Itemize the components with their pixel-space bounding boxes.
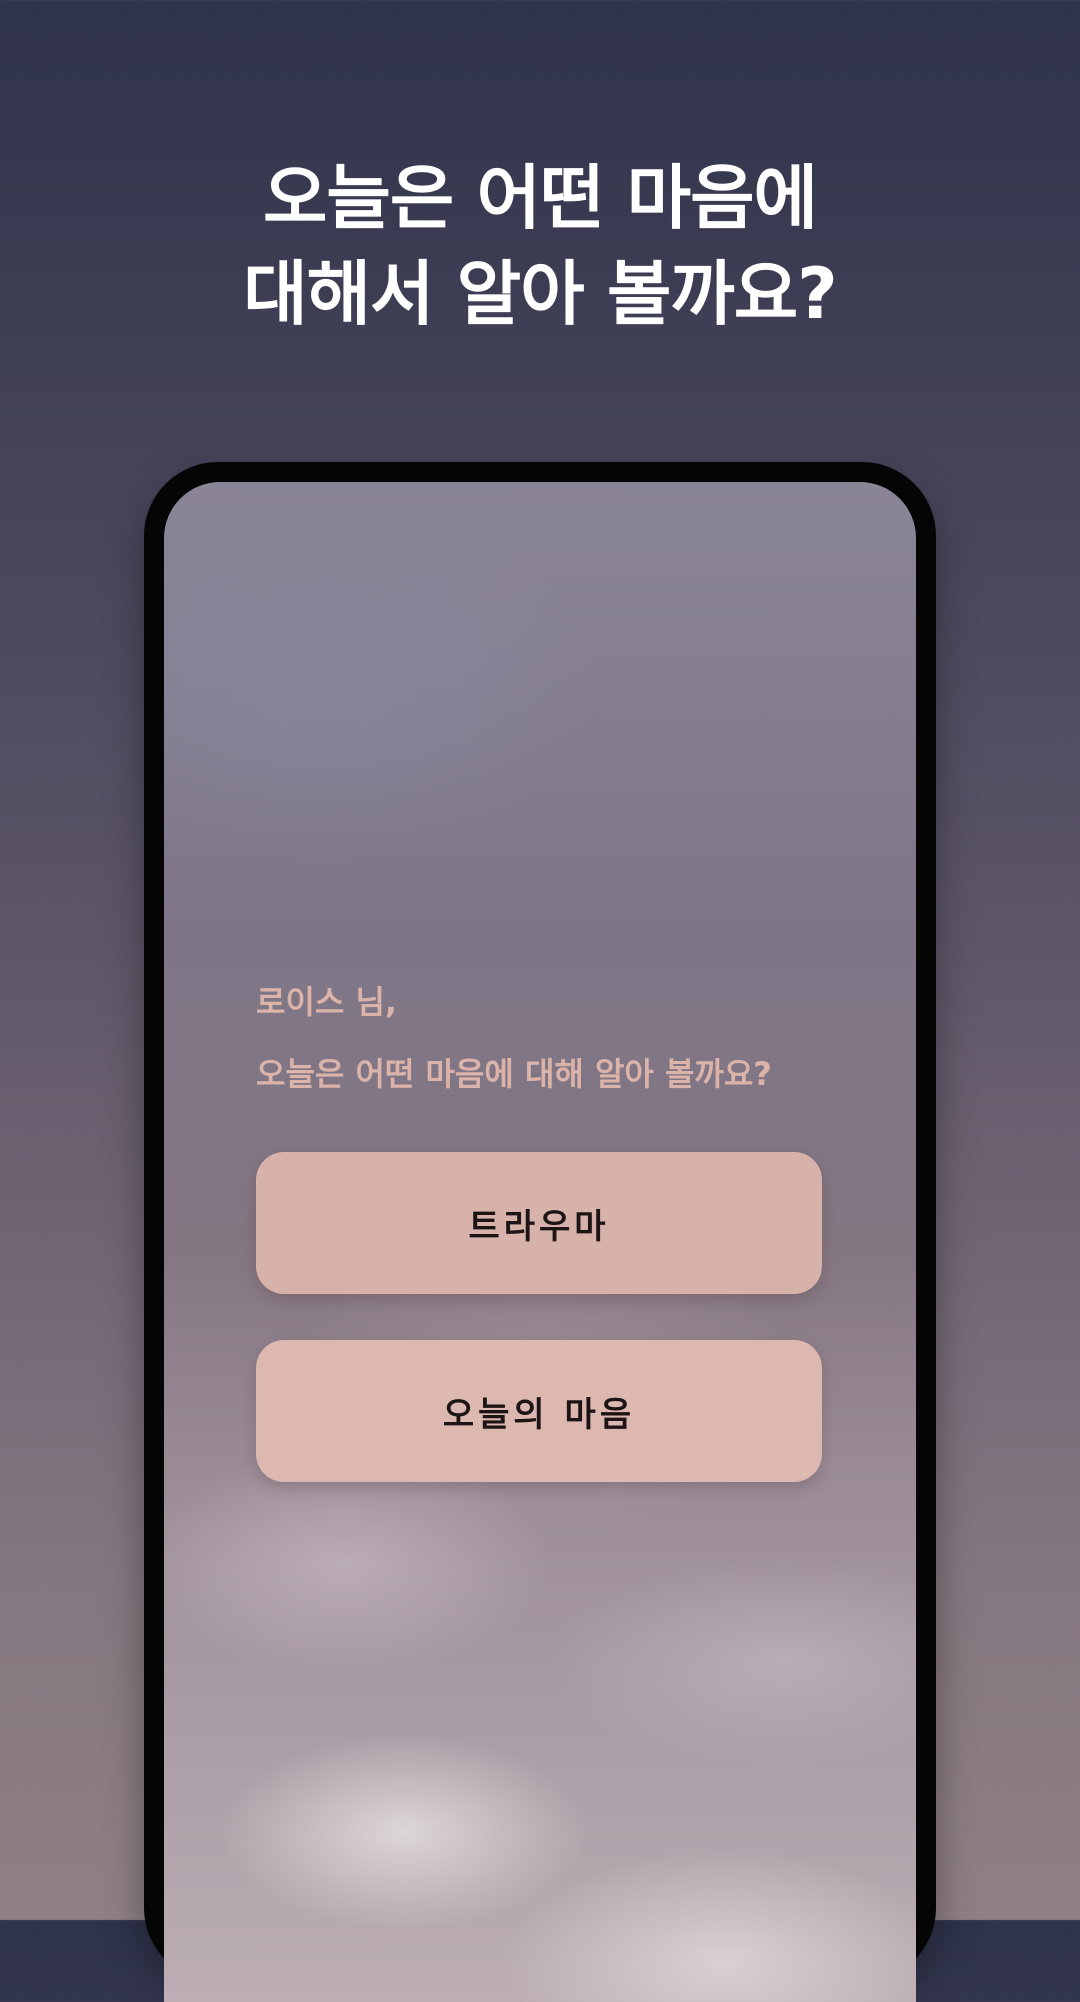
promo-headline: 오늘은 어떤 마음에 대해서 알아 볼까요? <box>0 150 1080 342</box>
greeting-user-name: 로이스 님, <box>256 983 398 1021</box>
trauma-button[interactable]: 트라우마 <box>256 1152 822 1294</box>
greeting-question: 오늘은 어떤 마음에 대해 알아 볼까요? <box>256 1055 772 1093</box>
promo-headline-line-1: 오늘은 어떤 마음에 <box>263 157 818 239</box>
promo-headline-line-2: 대해서 알아 볼까요? <box>243 253 838 335</box>
greeting-text: 로이스 님, 오늘은 어떤 마음에 대해 알아 볼까요? <box>256 982 772 1094</box>
app-screen: 로이스 님, 오늘은 어떤 마음에 대해 알아 볼까요? 트라우마 오늘의 마음 <box>164 482 916 2002</box>
todays-mind-button[interactable]: 오늘의 마음 <box>256 1340 822 1482</box>
phone-mockup: 로이스 님, 오늘은 어떤 마음에 대해 알아 볼까요? 트라우마 오늘의 마음 <box>144 462 936 2002</box>
